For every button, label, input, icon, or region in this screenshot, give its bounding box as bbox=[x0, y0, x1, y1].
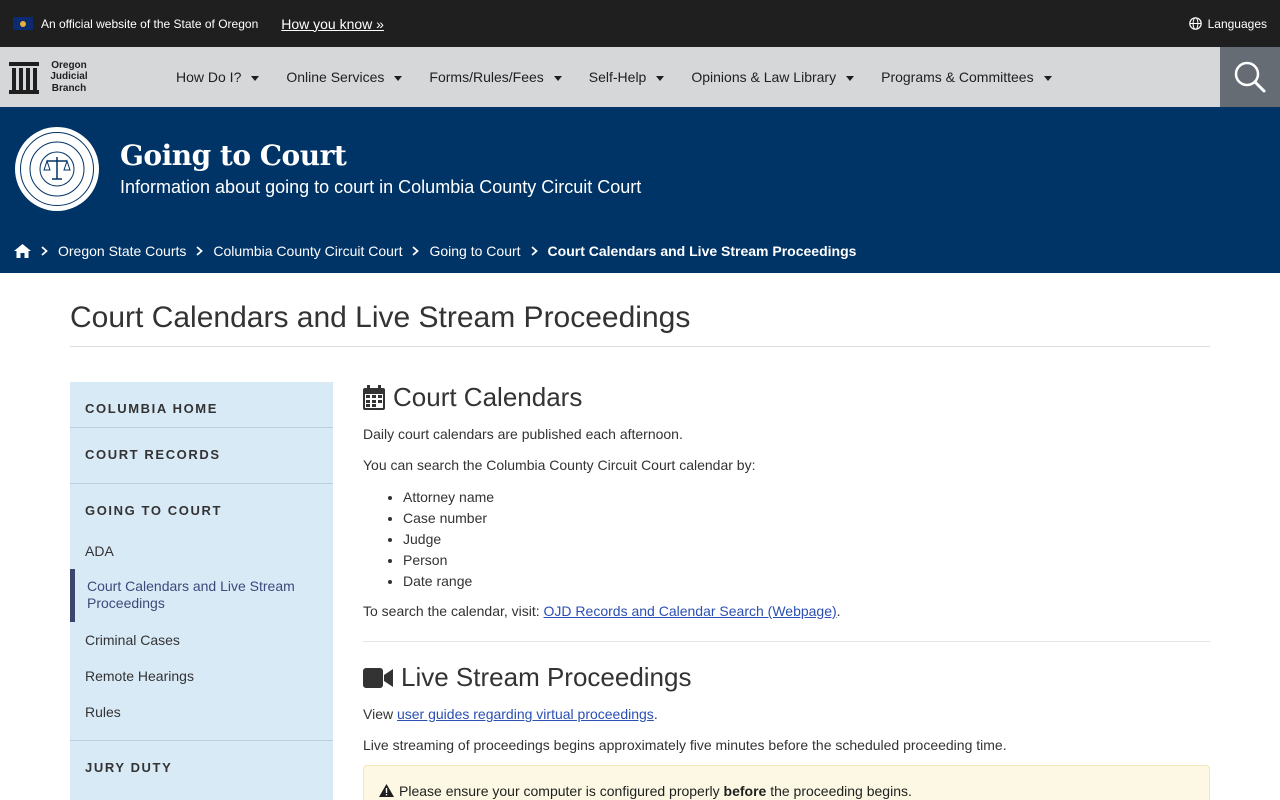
view-suffix: . bbox=[653, 706, 658, 722]
logo-line-judicial: Judicial bbox=[50, 71, 88, 83]
caret-down-icon bbox=[656, 75, 665, 81]
nav-self-help[interactable]: Self-Help bbox=[579, 47, 675, 107]
languages-button[interactable]: Languages bbox=[1188, 16, 1267, 31]
alert-text: Please ensure your computer is configure… bbox=[399, 783, 912, 799]
list-item: Judge bbox=[403, 529, 494, 550]
caret-down-icon bbox=[846, 75, 855, 81]
nav-opinions-law-library[interactable]: Opinions & Law Library bbox=[681, 47, 864, 107]
nav-label: Programs & Committees bbox=[881, 69, 1034, 85]
sidebar-item-rules[interactable]: Rules bbox=[85, 704, 121, 720]
video-camera-icon bbox=[363, 667, 393, 688]
live-stream-heading-text: Live Stream Proceedings bbox=[401, 662, 692, 692]
list-item: Case number bbox=[403, 508, 494, 529]
ojd-records-search-link[interactable]: OJD Records and Calendar Search (Webpage… bbox=[544, 603, 837, 619]
breadcrumb-going-to-court[interactable]: Going to Court bbox=[429, 243, 520, 259]
calendars-search-by: You can search the Columbia County Circu… bbox=[363, 457, 756, 473]
breadcrumb-oregon-state-courts[interactable]: Oregon State Courts bbox=[58, 243, 186, 259]
configuration-alert: Please ensure your computer is configure… bbox=[363, 765, 1210, 800]
nav-programs-committees[interactable]: Programs & Committees bbox=[871, 47, 1061, 107]
sidebar-heading-court-records[interactable]: COURT RECORDS bbox=[70, 447, 221, 462]
official-website-text: An official website of the State of Oreg… bbox=[41, 16, 259, 31]
logo-text: Oregon Judicial Branch bbox=[47, 60, 91, 95]
sidebar-item-remote-hearings[interactable]: Remote Hearings bbox=[85, 668, 194, 684]
list-item: Person bbox=[403, 550, 494, 571]
breadcrumb-current: Court Calendars and Live Stream Proceedi… bbox=[547, 243, 857, 259]
alert-prefix: Please ensure your computer is configure… bbox=[399, 783, 724, 799]
warning-icon bbox=[379, 784, 394, 797]
calendar-visit-text: To search the calendar, visit: OJD Recor… bbox=[363, 603, 841, 619]
sidebar-heading-jury-duty[interactable]: JURY DUTY bbox=[70, 760, 172, 775]
breadcrumb-columbia-county[interactable]: Columbia County Circuit Court bbox=[213, 243, 402, 259]
court-calendars-heading-text: Court Calendars bbox=[393, 382, 583, 412]
chevron-right-icon bbox=[41, 246, 48, 256]
visit-prefix: To search the calendar, visit: bbox=[363, 603, 544, 619]
sidebar-item-label: Court Calendars and Live Stream Proceedi… bbox=[87, 578, 295, 611]
user-guides-text: View user guides regarding virtual proce… bbox=[363, 706, 658, 722]
how-you-know-link[interactable]: How you know » bbox=[281, 16, 384, 32]
user-guides-link[interactable]: user guides regarding virtual proceeding… bbox=[397, 706, 654, 722]
page-title: Court Calendars and Live Stream Proceedi… bbox=[70, 301, 691, 334]
court-calendars-heading: Court Calendars bbox=[363, 382, 582, 413]
chevron-right-icon bbox=[530, 246, 538, 256]
chevron-right-icon bbox=[196, 246, 204, 256]
courthouse-icon bbox=[9, 62, 39, 94]
section-divider bbox=[363, 641, 1210, 642]
list-item: Date range bbox=[403, 571, 494, 592]
logo-line-oregon: Oregon bbox=[51, 59, 87, 71]
breadcrumb: Oregon State Courts Columbia County Circ… bbox=[14, 243, 856, 259]
logo-line-branch: Branch bbox=[51, 82, 87, 94]
caret-down-icon bbox=[553, 75, 562, 81]
ojd-logo[interactable]: Oregon Judicial Branch bbox=[9, 60, 159, 95]
chevron-right-icon bbox=[412, 246, 420, 256]
search-button[interactable] bbox=[1220, 47, 1280, 107]
main-navigation: Oregon Judicial Branch How Do I? Online … bbox=[0, 47, 1280, 107]
title-divider bbox=[70, 346, 1210, 347]
alert-suffix: the proceeding begins. bbox=[766, 783, 912, 799]
caret-down-icon bbox=[1043, 75, 1052, 81]
sidebar-heading-going-to-court[interactable]: GOING TO COURT bbox=[70, 503, 222, 518]
calendars-intro: Daily court calendars are published each… bbox=[363, 426, 683, 442]
calendar-icon bbox=[363, 385, 385, 410]
nav-forms-rules-fees[interactable]: Forms/Rules/Fees bbox=[419, 47, 571, 107]
nav-label: Opinions & Law Library bbox=[691, 69, 837, 85]
sidebar-item-ada[interactable]: ADA bbox=[85, 543, 114, 559]
nav-label: Self-Help bbox=[588, 69, 647, 85]
nav-label: Online Services bbox=[286, 69, 385, 85]
hero-subtitle: Information about going to court in Colu… bbox=[120, 177, 642, 197]
live-stream-heading: Live Stream Proceedings bbox=[363, 662, 691, 693]
sidebar-item-court-calendars[interactable]: Court Calendars and Live Stream Proceedi… bbox=[70, 569, 333, 622]
alert-bold: before bbox=[723, 783, 767, 799]
sidebar-divider bbox=[70, 483, 333, 484]
nav-online-services[interactable]: Online Services bbox=[276, 47, 412, 107]
nav-menu: How Do I? Online Services Forms/Rules/Fe… bbox=[166, 47, 1069, 107]
sidebar-item-criminal-cases[interactable]: Criminal Cases bbox=[85, 632, 180, 648]
nav-label: How Do I? bbox=[176, 69, 242, 85]
sidebar-divider bbox=[70, 427, 333, 428]
visit-suffix: . bbox=[836, 603, 841, 619]
sidebar-heading-columbia-home[interactable]: COLUMBIA HOME bbox=[70, 401, 218, 416]
caret-down-icon bbox=[394, 75, 403, 81]
sidebar-divider bbox=[70, 740, 333, 741]
home-icon[interactable] bbox=[14, 244, 31, 258]
view-prefix: View bbox=[363, 706, 397, 722]
judicial-seal-icon bbox=[15, 127, 99, 211]
official-banner: An official website of the State of Oreg… bbox=[0, 0, 1280, 47]
list-item: Attorney name bbox=[403, 487, 494, 508]
languages-label: Languages bbox=[1207, 16, 1267, 31]
nav-how-do-i[interactable]: How Do I? bbox=[166, 47, 269, 107]
oregon-flag-icon bbox=[13, 17, 33, 30]
caret-down-icon bbox=[251, 75, 260, 81]
search-criteria-list: Attorney name Case number Judge Person D… bbox=[403, 487, 494, 592]
live-stream-timing: Live streaming of proceedings begins app… bbox=[363, 737, 1007, 753]
page-hero: Going to Court Information about going t… bbox=[0, 107, 1280, 273]
globe-icon bbox=[1188, 17, 1202, 30]
search-icon bbox=[1234, 61, 1266, 93]
nav-label: Forms/Rules/Fees bbox=[429, 69, 544, 85]
hero-title: Going to Court bbox=[120, 139, 347, 172]
sidebar: COLUMBIA HOME COURT RECORDS GOING TO COU… bbox=[70, 382, 333, 800]
